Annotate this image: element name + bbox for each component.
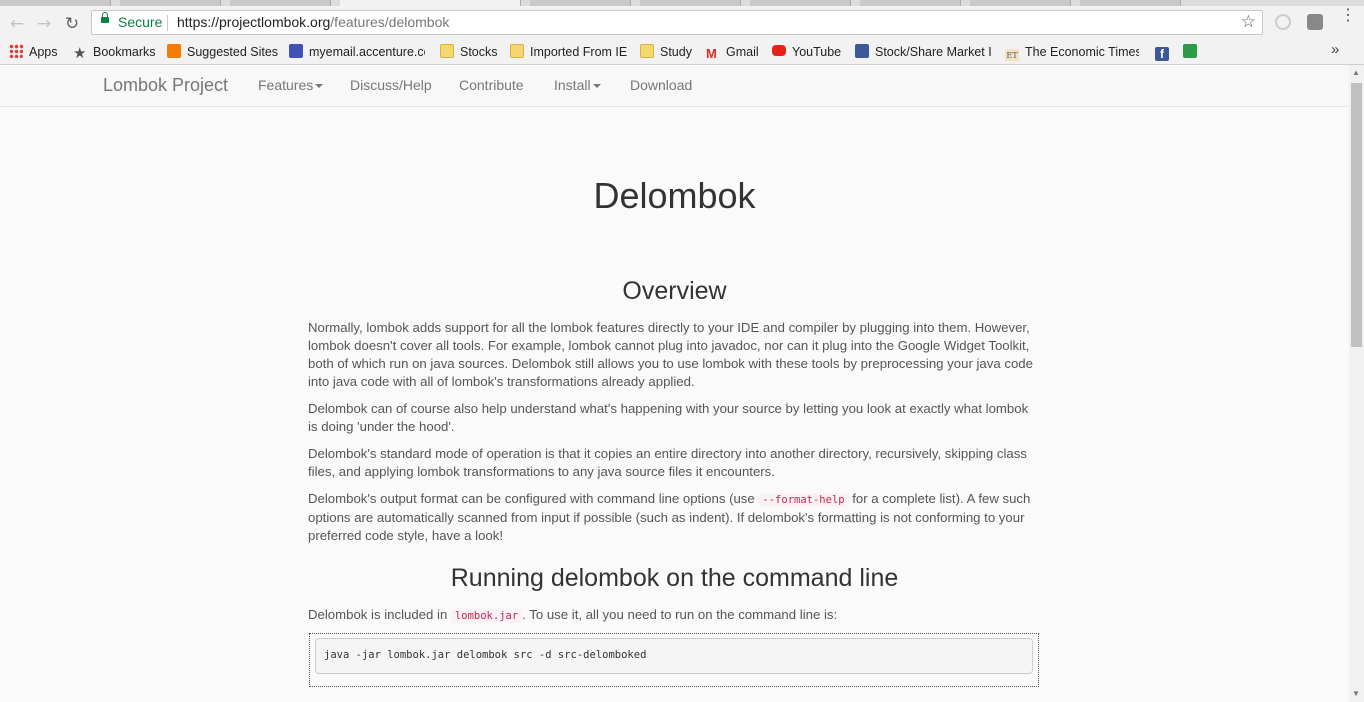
- web-page: Lombok Project Features Discuss/Help Con…: [0, 65, 1349, 702]
- bookmark-study[interactable]: Study: [640, 43, 692, 61]
- lombok-jar-code: lombok.jar: [450, 609, 523, 623]
- star-icon: ★: [73, 44, 87, 62]
- overview-paragraph-4: Delombok's output format can be configur…: [308, 490, 1040, 545]
- bookmark-label: YouTube: [792, 45, 842, 59]
- bookmark-label: Bookmarks: [93, 45, 156, 59]
- email-icon: [289, 44, 303, 58]
- bookmark-bookmarks[interactable]: ★ Bookmarks: [73, 43, 156, 61]
- overview-heading: Overview: [622, 277, 727, 305]
- folder-icon: [510, 44, 524, 58]
- url-host: https://projectlombok.org: [177, 14, 331, 30]
- youtube-icon: [772, 45, 786, 56]
- site-brand-link[interactable]: Lombok Project: [103, 75, 228, 96]
- paragraph-text: Delombok is included in: [308, 607, 451, 622]
- bookmark-apps[interactable]: Apps: [9, 43, 58, 61]
- scroll-up-icon[interactable]: ▲: [1352, 68, 1360, 77]
- code-block-focus-outline: java -jar lombok.jar delombok src -d src…: [309, 633, 1039, 687]
- bookmark-stock-share-market[interactable]: Stock/Share Market I: [855, 43, 991, 61]
- command-code-block[interactable]: java -jar lombok.jar delombok src -d src…: [315, 638, 1033, 674]
- bookmark-gmail[interactable]: M Gmail: [706, 43, 759, 61]
- nav-features[interactable]: Features: [258, 77, 324, 93]
- bookmark-label: Gmail: [726, 45, 759, 59]
- bookmark-youtube[interactable]: YouTube: [772, 43, 841, 61]
- bookmark-myemail[interactable]: myemail.accenture.cc: [289, 43, 425, 61]
- command-line-heading: Running delombok on the command line: [450, 564, 899, 592]
- caret-down-icon: [592, 84, 601, 88]
- url-path: /features/delombok: [330, 14, 450, 30]
- folder-icon: [440, 44, 454, 58]
- apps-grid-icon: [9, 44, 23, 58]
- overview-paragraph-2: Delombok can of course also help underst…: [308, 401, 1029, 434]
- page-title: Delombok: [593, 175, 756, 216]
- back-button[interactable]: ←: [7, 14, 27, 34]
- command-line-paragraph: Delombok is included in lombok.jar. To u…: [308, 606, 1040, 625]
- nav-contribute[interactable]: Contribute: [459, 77, 524, 93]
- page-scrollbar[interactable]: ▲ ▼: [1349, 65, 1364, 702]
- lock-icon: [101, 12, 109, 23]
- caret-down-icon: [315, 84, 324, 88]
- bookmark-label: Stocks: [460, 45, 498, 59]
- bookmark-label: Imported From IE: [530, 45, 628, 59]
- stock-market-icon: [855, 44, 869, 58]
- gmail-icon: M: [706, 46, 717, 61]
- omnibox-separator: [167, 15, 168, 31]
- format-help-code: --format-help: [758, 493, 849, 507]
- browser-toolbar: ← → ↻ Secure https://projectlombok.org/f…: [0, 6, 1364, 40]
- extension-icon[interactable]: [1275, 14, 1291, 30]
- bookmark-economic-times[interactable]: ET The Economic Times: [1005, 43, 1139, 61]
- nav-download[interactable]: Download: [630, 77, 692, 93]
- bookmark-facebook[interactable]: f: [1155, 43, 1175, 61]
- folder-icon: [640, 44, 654, 58]
- bookmark-label: Suggested Sites: [187, 45, 279, 59]
- bookmark-label: Stock/Share Market I: [875, 45, 991, 59]
- bookmark-green-site[interactable]: [1183, 43, 1203, 61]
- overview-paragraph-3: Delombok's standard mode of operation is…: [308, 446, 1027, 479]
- green-site-icon: [1183, 44, 1197, 58]
- bookmarks-bar: Apps ★ Bookmarks Suggested Sites myemail.…: [0, 40, 1364, 65]
- site-navbar: Lombok Project Features Discuss/Help Con…: [0, 65, 1349, 107]
- bookmark-imported-from-ie[interactable]: Imported From IE: [510, 43, 627, 61]
- address-bar[interactable]: Secure https://projectlombok.org/feature…: [91, 10, 1263, 35]
- bookmark-star-icon[interactable]: ☆: [1241, 12, 1256, 32]
- browser-menu-icon[interactable]: ⋮: [1340, 8, 1356, 24]
- bookmarks-overflow-icon[interactable]: »: [1331, 41, 1339, 58]
- secure-label: Secure: [118, 14, 163, 30]
- forward-button[interactable]: →: [34, 14, 54, 34]
- bookmark-label: The Economic Times: [1025, 45, 1139, 59]
- suggested-sites-icon: [167, 44, 181, 58]
- facebook-icon: f: [1155, 47, 1169, 61]
- nav-discuss-help[interactable]: Discuss/Help: [350, 77, 432, 93]
- bookmark-suggested-sites[interactable]: Suggested Sites: [167, 43, 278, 61]
- bookmark-label: Apps: [29, 45, 58, 59]
- url-text[interactable]: https://projectlombok.org/features/delom…: [177, 14, 449, 30]
- nav-label: Features: [258, 77, 314, 93]
- paragraph-text: . To use it, all you need to run on the …: [522, 607, 838, 622]
- bookmark-label: myemail.accenture.cc: [309, 45, 425, 59]
- et-icon: ET: [1005, 49, 1019, 61]
- bookmark-label: Study: [660, 45, 692, 59]
- scroll-down-icon[interactable]: ▼: [1352, 689, 1360, 698]
- bookmark-stocks[interactable]: Stocks: [440, 43, 498, 61]
- overview-paragraph-1: Normally, lombok adds support for all th…: [308, 320, 1033, 389]
- scrollbar-thumb[interactable]: [1351, 83, 1362, 347]
- extension-icon[interactable]: [1307, 14, 1323, 30]
- reload-button[interactable]: ↻: [62, 14, 82, 34]
- nav-install[interactable]: Install: [554, 77, 601, 93]
- paragraph-text: Delombok's output format can be configur…: [308, 491, 759, 506]
- nav-label: Install: [554, 77, 591, 93]
